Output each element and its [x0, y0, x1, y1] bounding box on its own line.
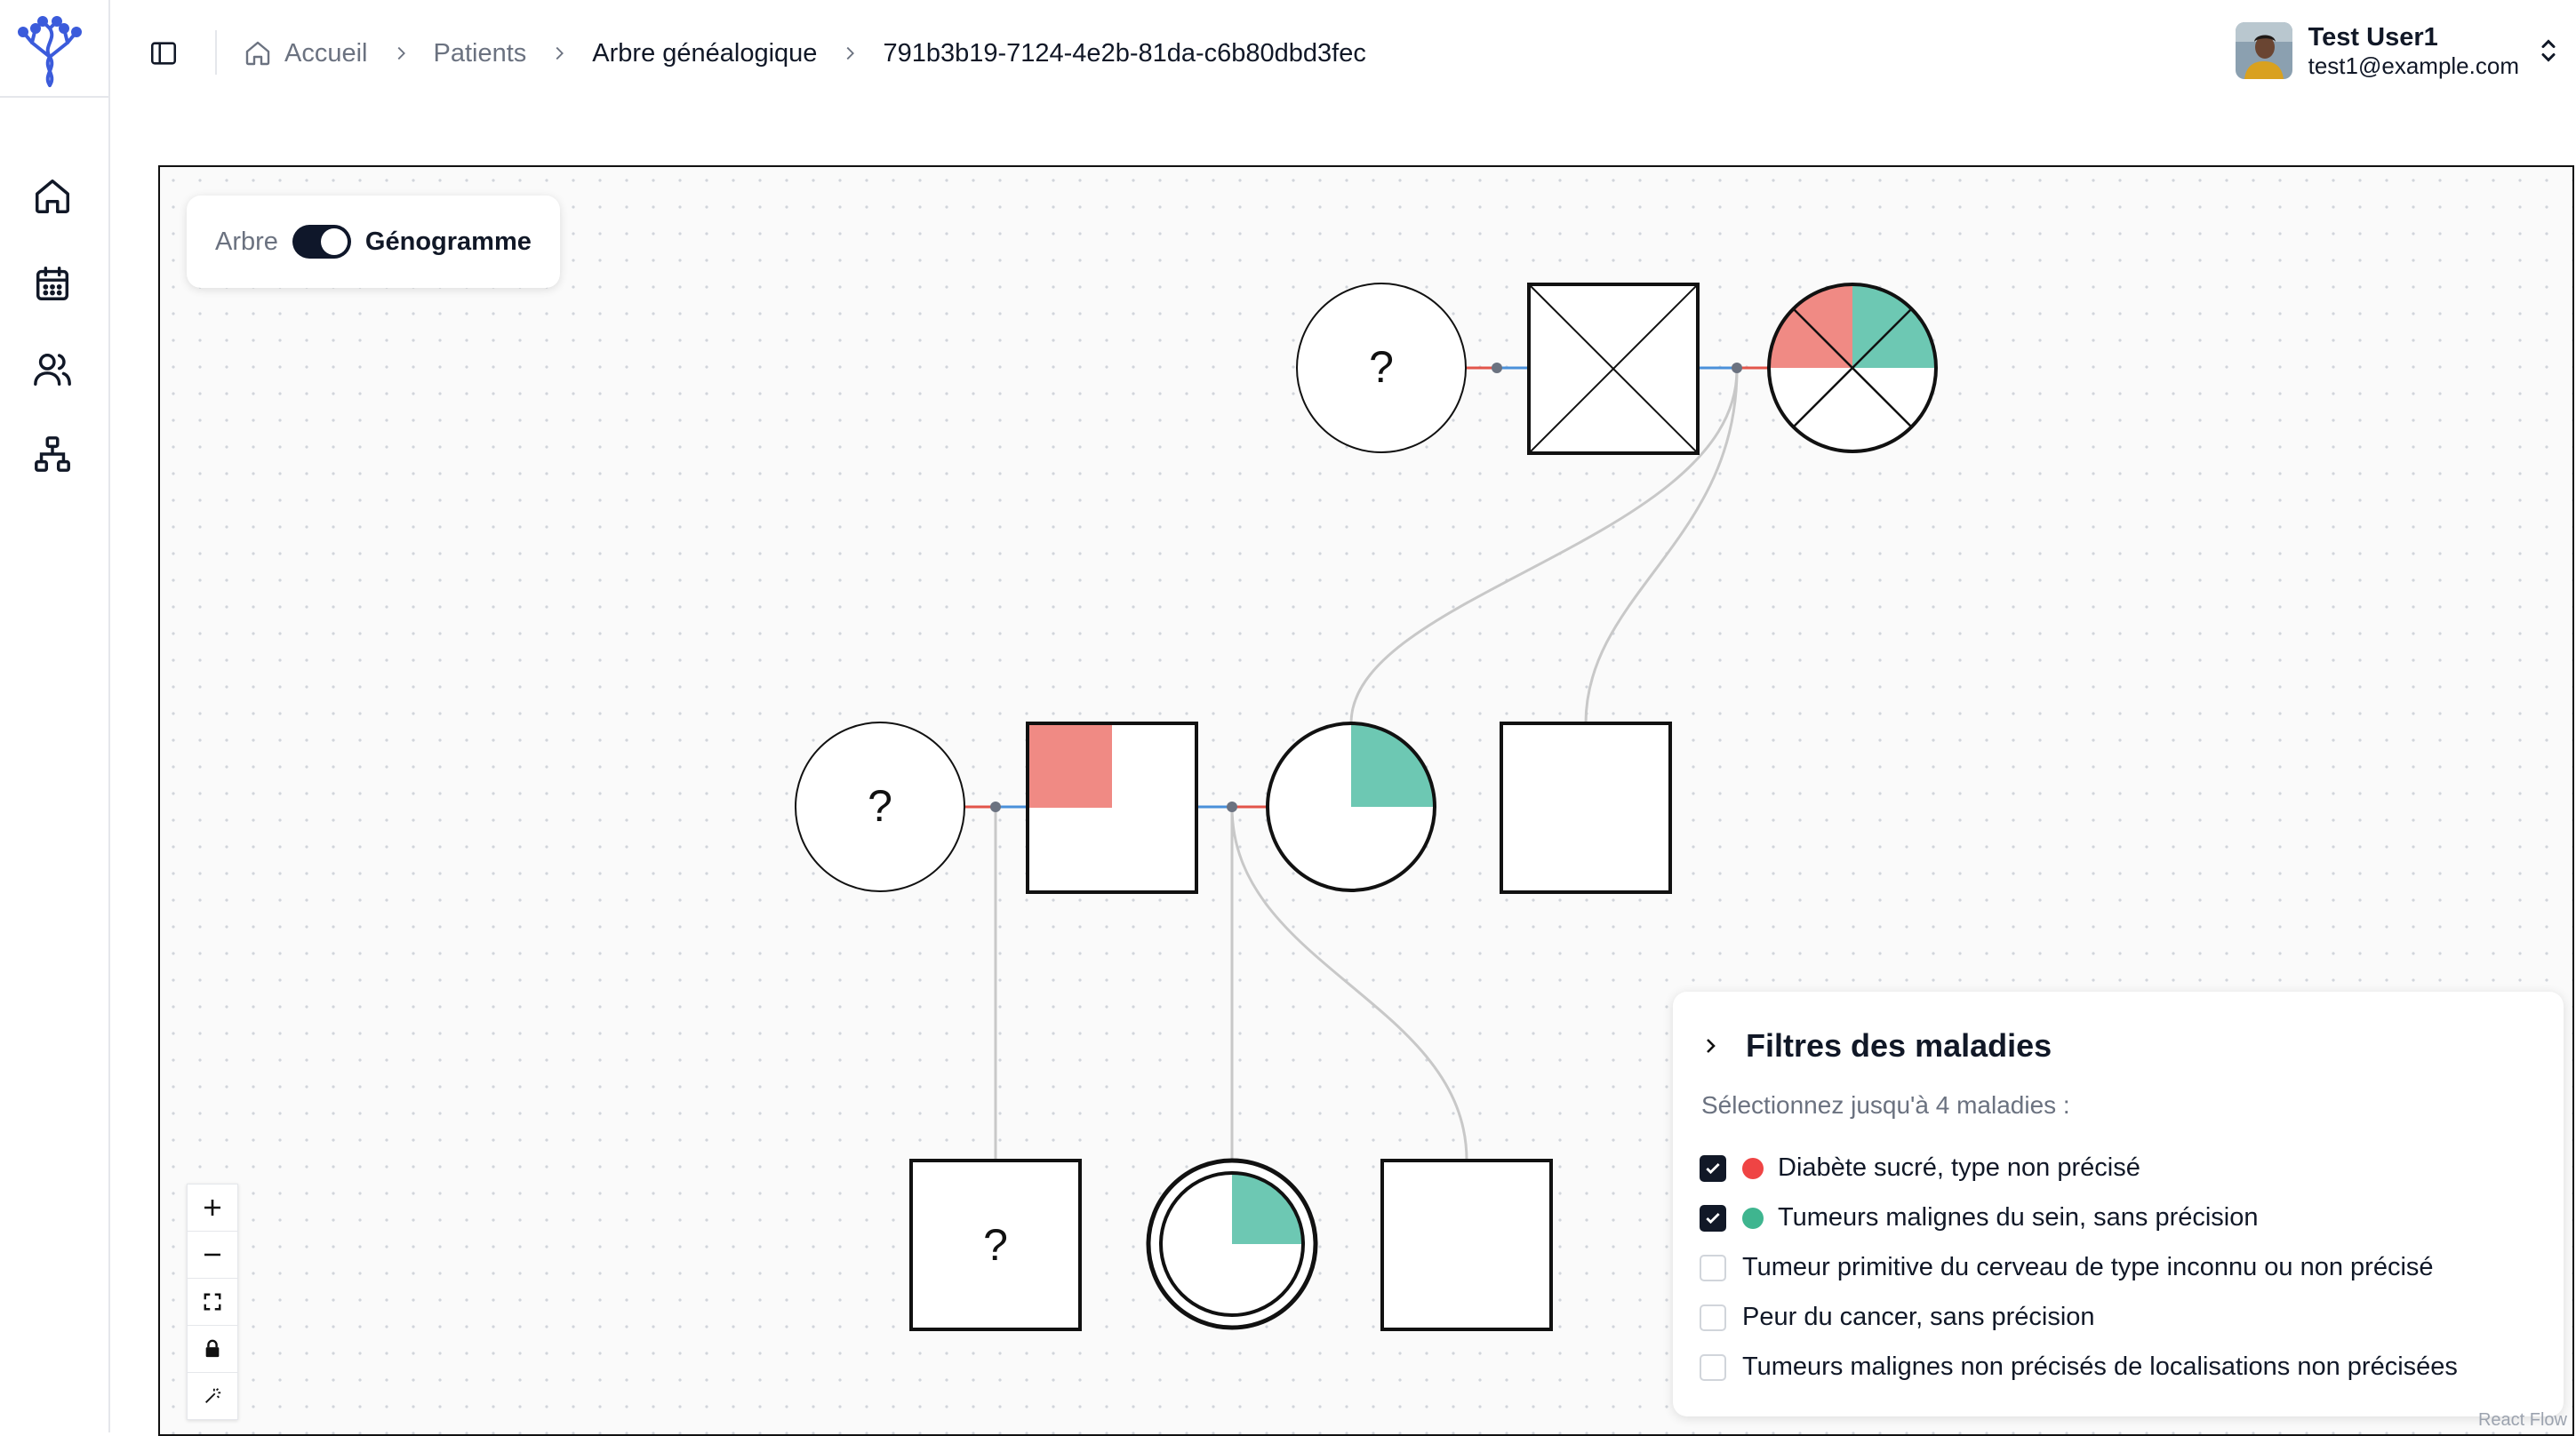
calendar-icon — [36, 267, 69, 300]
node-gen2-male[interactable] — [1500, 722, 1672, 894]
breadcrumb-tree-id: 791b3b19-7124-4e2b-81da-c6b80dbd3fec — [883, 38, 1366, 68]
node-gen1-deceased-female-affected[interactable] — [1767, 283, 1938, 453]
node-gen1-unknown-female[interactable]: ? — [1296, 283, 1467, 453]
filter-label: Tumeurs malignes du sein, sans précision — [1778, 1203, 2259, 1232]
filter-label: Tumeur primitive du cerveau de type inco… — [1742, 1253, 2434, 1281]
users-icon — [34, 353, 71, 386]
flow-controls — [187, 1184, 238, 1420]
chevrons-up-down-icon — [2541, 39, 2556, 62]
filters-title: Filtres des maladies — [1746, 1027, 2052, 1064]
lock-button[interactable] — [188, 1326, 237, 1373]
home-icon — [245, 41, 270, 66]
partner-dot — [1227, 802, 1237, 812]
chevron-right-icon — [391, 44, 411, 63]
unknown-marker: ? — [1369, 342, 1394, 392]
nav-home[interactable] — [28, 172, 76, 220]
breadcrumb-patients[interactable]: Patients — [434, 39, 527, 68]
filter-item-cancer-fear[interactable]: Peur du cancer, sans précision — [1700, 1303, 2095, 1332]
top-bar: Accueil Patients Arbre généalogique 791b… — [108, 0, 2576, 107]
chevron-right-icon — [549, 44, 569, 63]
checkbox-checked[interactable] — [1700, 1154, 1726, 1182]
filter-item-diabetes[interactable]: Diabète sucré, type non précisé — [1700, 1153, 2140, 1183]
user-menu[interactable]: Test User1 test1@example.com — [2235, 20, 2560, 82]
disease-color-dot — [1742, 1157, 1764, 1179]
zoom-in-button[interactable] — [188, 1185, 237, 1232]
avatar — [2235, 22, 2292, 79]
top-divider — [215, 30, 217, 75]
panel-left-icon — [150, 42, 177, 65]
node-gen3-proband-female[interactable] — [1146, 1158, 1318, 1330]
sidebar — [0, 0, 110, 1432]
node-gen3-male[interactable] — [1380, 1159, 1553, 1331]
filters-header[interactable]: Filtres des maladies — [1700, 1027, 2052, 1065]
filter-item-unspecified-tumors[interactable]: Tumeurs malignes non précisés de localis… — [1700, 1352, 2458, 1382]
nav-patients[interactable] — [28, 345, 76, 393]
user-name: Test User1 — [2308, 22, 2438, 52]
plus-icon — [204, 1200, 220, 1216]
unknown-marker: ? — [868, 781, 892, 831]
lock-icon — [205, 1339, 220, 1358]
filter-item-breast-cancer[interactable]: Tumeurs malignes du sein, sans précision — [1700, 1203, 2259, 1233]
home-icon — [36, 180, 69, 213]
react-flow-attribution[interactable]: React Flow — [2478, 1410, 2567, 1431]
node-gen1-deceased-male[interactable] — [1527, 283, 1700, 455]
partner-dot — [990, 802, 1001, 812]
fit-view-button[interactable] — [188, 1279, 237, 1326]
zoom-out-button[interactable] — [188, 1232, 237, 1279]
toggle-sidebar-button[interactable] — [144, 34, 183, 73]
partner-dot — [1492, 363, 1502, 373]
check-icon — [1706, 1162, 1720, 1174]
sidebar-divider — [0, 96, 108, 98]
checkbox[interactable] — [1700, 1254, 1726, 1281]
network-icon — [35, 436, 70, 472]
nav-calendar[interactable] — [28, 259, 76, 307]
breadcrumb-home[interactable]: Accueil — [244, 39, 368, 68]
node-gen2-female-affected[interactable] — [1266, 722, 1436, 892]
minus-icon — [204, 1253, 220, 1256]
chevron-right-icon — [1707, 1039, 1716, 1053]
filters-subtitle: Sélectionnez jusqu'à 4 maladies : — [1701, 1091, 2070, 1119]
node-gen3-unknown-male[interactable]: ? — [909, 1159, 1082, 1331]
breadcrumb-tree[interactable]: Arbre généalogique — [592, 39, 817, 68]
auto-layout-button[interactable] — [188, 1373, 237, 1419]
nav-family-tree[interactable] — [28, 430, 76, 478]
filter-label: Diabète sucré, type non précisé — [1778, 1153, 2140, 1182]
chevron-right-icon — [840, 44, 860, 63]
disease-filters-panel: Filtres des maladies Sélectionnez jusqu'… — [1673, 992, 2564, 1416]
breadcrumb: Accueil Patients Arbre généalogique 791b… — [244, 32, 1366, 75]
checkbox[interactable] — [1700, 1353, 1726, 1381]
partner-dot — [1732, 363, 1742, 373]
unknown-marker: ? — [983, 1220, 1008, 1270]
node-gen2-male-affected[interactable] — [1026, 722, 1198, 894]
app-logo[interactable] — [16, 16, 84, 91]
filter-label: Peur du cancer, sans précision — [1742, 1303, 2095, 1331]
magic-wand-icon — [205, 1388, 221, 1403]
filter-item-brain-tumor[interactable]: Tumeur primitive du cerveau de type inco… — [1700, 1253, 2434, 1282]
genogram-canvas[interactable]: Arbre Génogramme ? ? ? Filtres des malad… — [158, 165, 2574, 1436]
checkbox[interactable] — [1700, 1304, 1726, 1331]
fullscreen-icon — [204, 1293, 221, 1311]
disease-color-dot — [1742, 1207, 1764, 1229]
filter-label: Tumeurs malignes non précisés de localis… — [1742, 1352, 2458, 1381]
checkbox-checked[interactable] — [1700, 1204, 1726, 1232]
check-icon — [1706, 1212, 1720, 1224]
node-gen2-unknown-female[interactable]: ? — [795, 722, 965, 892]
user-email: test1@example.com — [2308, 52, 2519, 79]
breadcrumb-home-label: Accueil — [284, 38, 368, 68]
